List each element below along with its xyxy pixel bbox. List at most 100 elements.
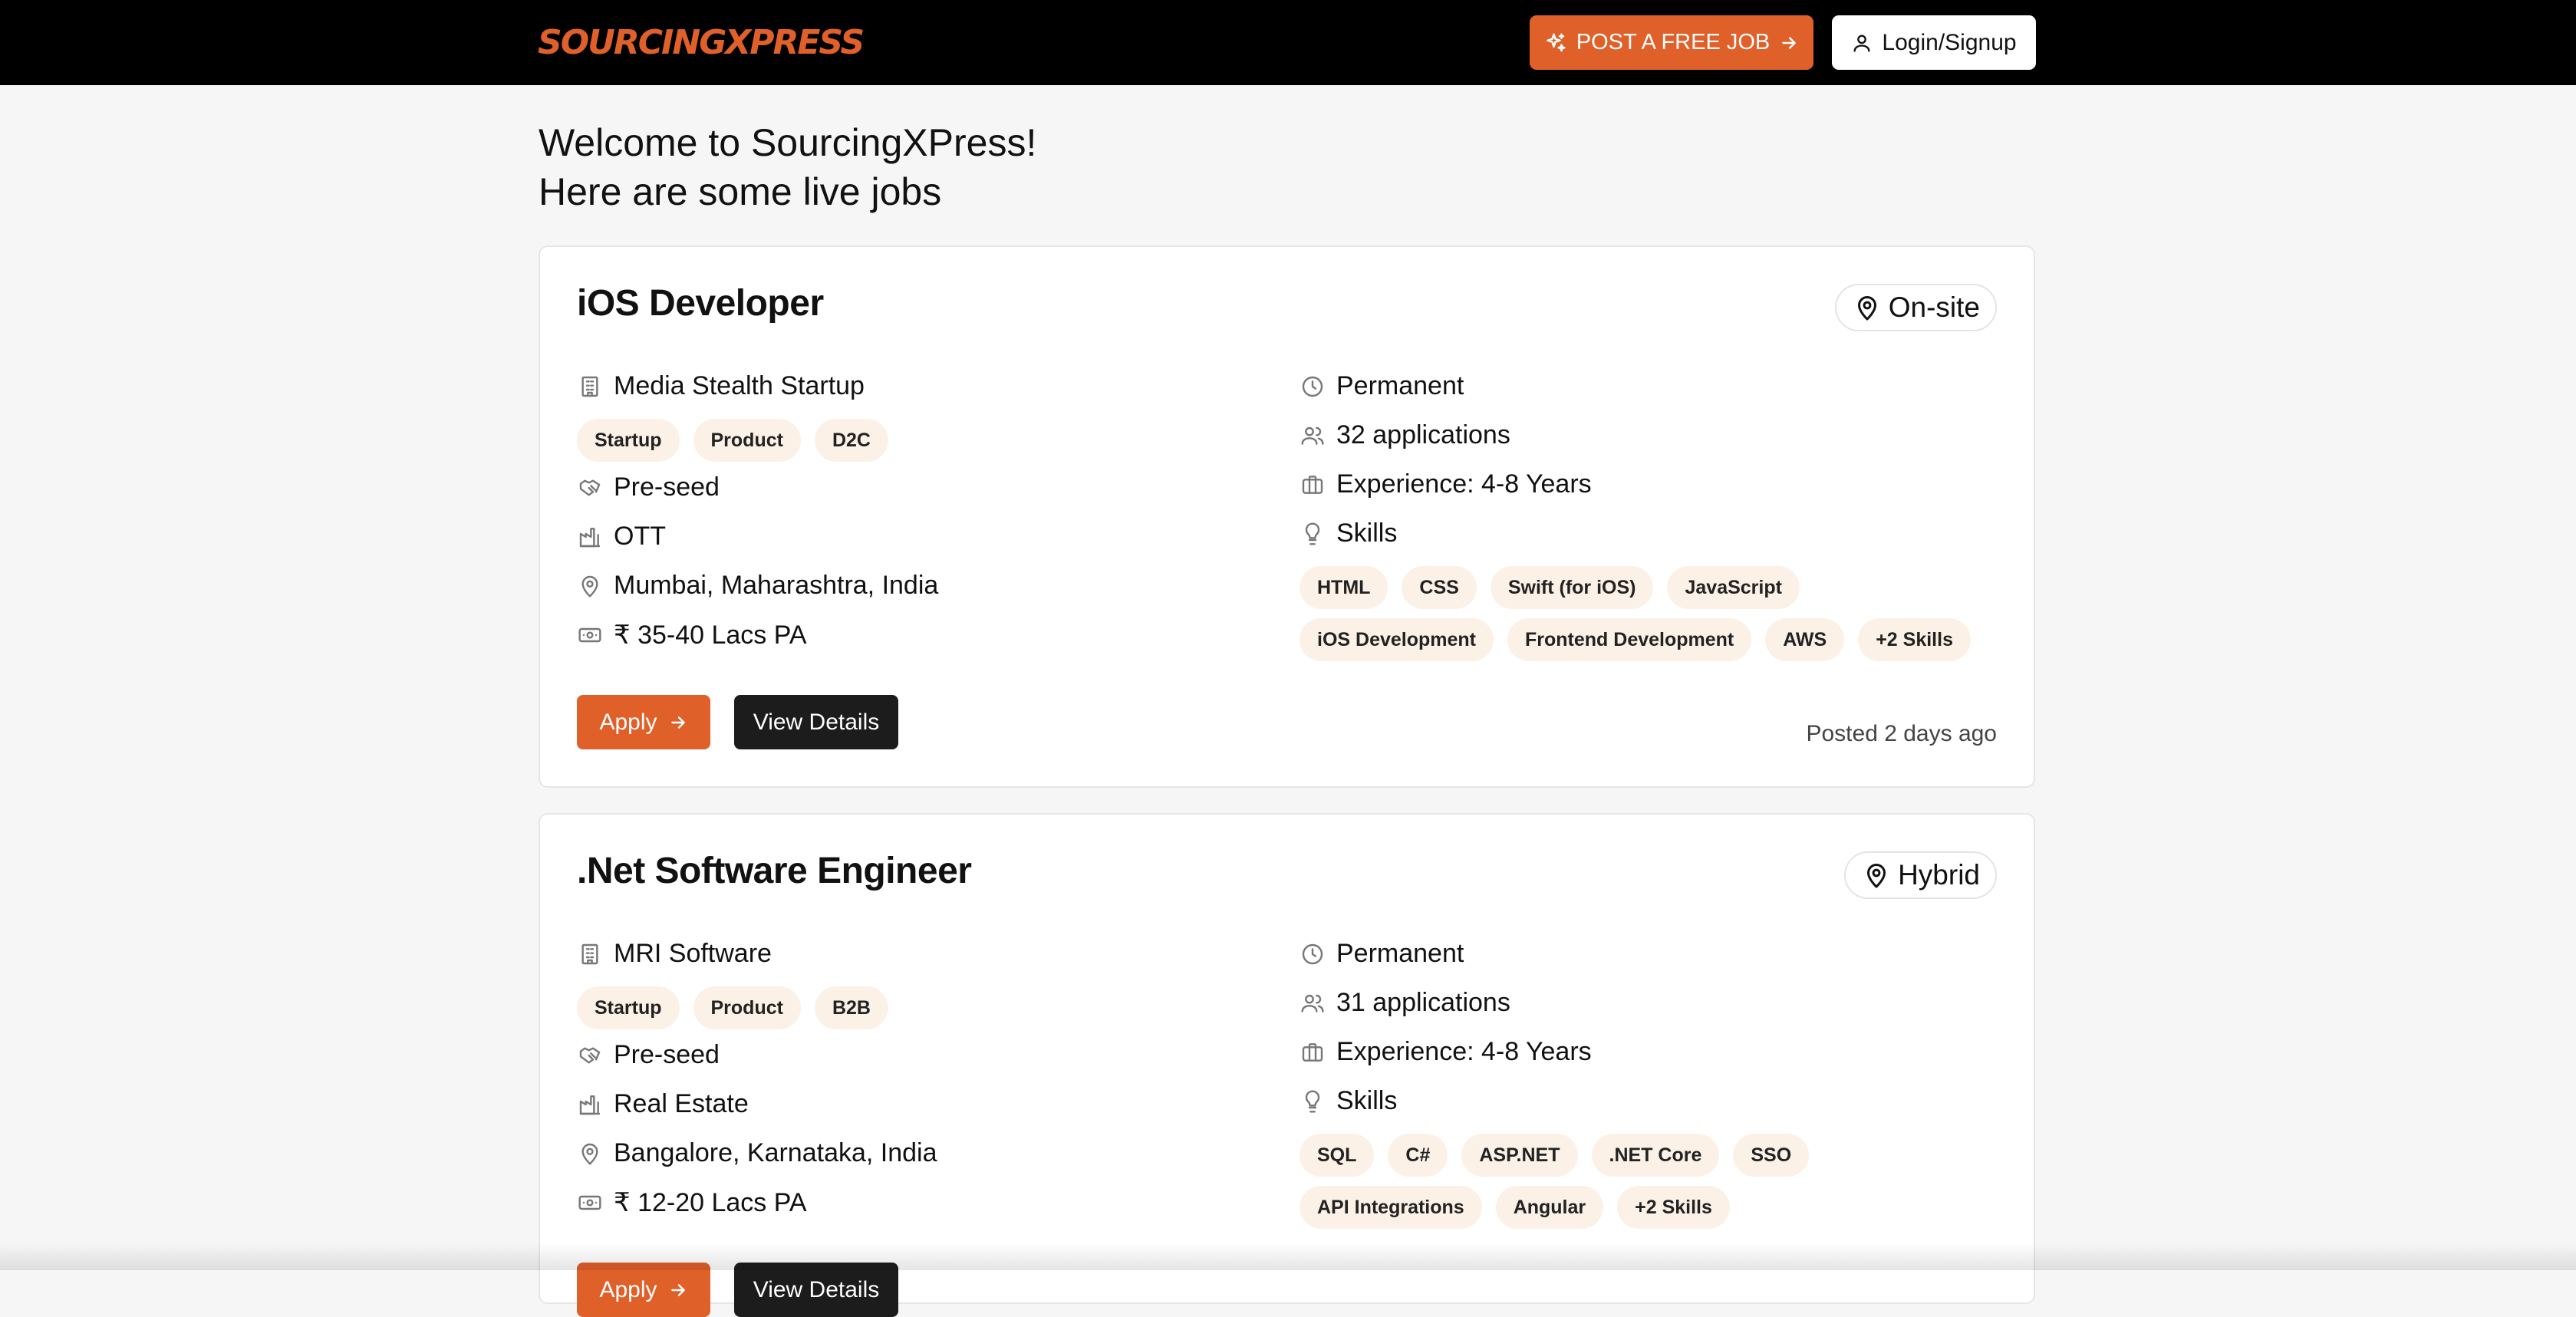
view-details-button[interactable]: View Details bbox=[734, 1263, 898, 1317]
more-skills-tag[interactable]: +2 Skills bbox=[1617, 1186, 1730, 1229]
work-mode-badge: On-site bbox=[1834, 284, 1997, 331]
job-location: Mumbai, Maharashtra, India bbox=[614, 571, 939, 600]
user-icon bbox=[1851, 32, 1873, 54]
skills-label: Skills bbox=[1336, 519, 1398, 548]
lightbulb-icon bbox=[1300, 1088, 1326, 1115]
industry-row: Real Estate bbox=[577, 1089, 749, 1119]
experience-range: Experience: 4-8 Years bbox=[1336, 469, 1592, 499]
handshake-icon bbox=[577, 475, 603, 501]
welcome-heading: Welcome to SourcingXPress! Here are some… bbox=[539, 118, 1036, 216]
funding-stage: Pre-seed bbox=[614, 1040, 720, 1069]
more-skills-tag[interactable]: +2 Skills bbox=[1858, 618, 1971, 661]
company-tag: Product bbox=[693, 986, 801, 1029]
company-tag: Startup bbox=[577, 986, 680, 1029]
company-tags: Startup Product D2C bbox=[577, 419, 888, 462]
building-icon bbox=[577, 941, 603, 967]
skill-tag: Swift (for iOS) bbox=[1490, 566, 1654, 609]
apply-button[interactable]: Apply bbox=[577, 695, 710, 749]
welcome-line-2: Here are some live jobs bbox=[539, 170, 942, 213]
skill-tag: ASP.NET bbox=[1461, 1134, 1578, 1177]
industry-name: Real Estate bbox=[614, 1089, 749, 1118]
view-details-label: View Details bbox=[753, 1276, 880, 1302]
map-pin-icon bbox=[577, 1141, 603, 1167]
employment-type-row: Permanent bbox=[1300, 371, 1464, 401]
sparkles-icon bbox=[1544, 31, 1567, 54]
company-tag: B2B bbox=[814, 986, 888, 1029]
location-row: Mumbai, Maharashtra, India bbox=[577, 571, 938, 601]
top-navbar: SOURCINGXPRESS POST A FREE JOB Login/Sig… bbox=[0, 0, 2576, 85]
arrow-right-icon bbox=[668, 713, 688, 733]
skills-tags: SQL C# ASP.NET .NET Core SSO API Integra… bbox=[1300, 1134, 1998, 1229]
post-free-job-button[interactable]: POST A FREE JOB bbox=[1530, 15, 1813, 70]
funding-row: Pre-seed bbox=[577, 1040, 720, 1070]
banknote-icon bbox=[577, 622, 603, 648]
apply-button[interactable]: Apply bbox=[577, 1263, 710, 1317]
apply-label: Apply bbox=[599, 1276, 657, 1302]
experience-range: Experience: 4-8 Years bbox=[1336, 1037, 1592, 1066]
industry-name: OTT bbox=[614, 522, 666, 551]
job-title[interactable]: iOS Developer bbox=[577, 282, 824, 324]
skill-tag: iOS Development bbox=[1300, 618, 1494, 661]
clock-icon bbox=[1300, 941, 1326, 967]
posted-time: Posted 2 days ago bbox=[1806, 721, 1997, 746]
job-card: iOS Developer On-site Media Stealth Star… bbox=[539, 245, 2035, 788]
users-icon bbox=[1300, 990, 1326, 1016]
experience-row: Experience: 4-8 Years bbox=[1300, 1037, 1592, 1067]
skills-label: Skills bbox=[1336, 1086, 1398, 1115]
company-tag: Startup bbox=[577, 419, 680, 462]
skills-tags: HTML CSS Swift (for iOS) JavaScript iOS … bbox=[1300, 566, 1998, 661]
location-row: Bangalore, Karnataka, India bbox=[577, 1138, 937, 1168]
applications-count: 32 applications bbox=[1336, 420, 1510, 449]
briefcase-icon bbox=[1300, 1039, 1326, 1065]
skills-row: Skills bbox=[1300, 519, 1397, 548]
skill-tag: Angular bbox=[1495, 1186, 1604, 1229]
job-card: .Net Software Engineer Hybrid MRI Softwa… bbox=[539, 813, 2035, 1317]
skills-row: Skills bbox=[1300, 1086, 1397, 1116]
company-name[interactable]: MRI Software bbox=[614, 939, 772, 969]
building-icon bbox=[577, 374, 603, 400]
handshake-icon bbox=[577, 1042, 603, 1068]
company-name[interactable]: Media Stealth Startup bbox=[614, 371, 865, 401]
lightbulb-icon bbox=[1300, 521, 1326, 547]
salary-row: ₹ 35-40 Lacs PA bbox=[577, 620, 807, 650]
skill-tag: HTML bbox=[1300, 566, 1388, 609]
company-tag: Product bbox=[693, 419, 801, 462]
banknote-icon bbox=[577, 1190, 603, 1216]
post-free-job-label: POST A FREE JOB bbox=[1576, 30, 1771, 54]
skill-tag: SQL bbox=[1300, 1134, 1375, 1177]
users-icon bbox=[1300, 423, 1326, 449]
factory-icon bbox=[577, 524, 603, 550]
salary-range: ₹ 35-40 Lacs PA bbox=[614, 621, 807, 650]
view-details-button[interactable]: View Details bbox=[734, 695, 898, 749]
company-row: Media Stealth Startup bbox=[577, 371, 865, 401]
industry-row: OTT bbox=[577, 522, 666, 551]
skill-tag: C# bbox=[1388, 1134, 1448, 1177]
login-signup-button[interactable]: Login/Signup bbox=[1832, 15, 2036, 70]
login-signup-label: Login/Signup bbox=[1882, 29, 2017, 55]
arrow-right-icon bbox=[1779, 33, 1799, 53]
map-pin-icon bbox=[1863, 861, 1890, 889]
job-title[interactable]: .Net Software Engineer bbox=[577, 850, 972, 892]
clock-icon bbox=[1300, 374, 1326, 400]
applications-row: 32 applications bbox=[1300, 420, 1510, 450]
welcome-line-1: Welcome to SourcingXPress! bbox=[539, 121, 1037, 164]
employment-type: Permanent bbox=[1336, 939, 1464, 968]
map-pin-icon bbox=[577, 573, 603, 599]
employment-type: Permanent bbox=[1336, 371, 1464, 400]
skill-tag: Frontend Development bbox=[1507, 618, 1752, 661]
map-pin-icon bbox=[1853, 294, 1881, 321]
skill-tag: SSO bbox=[1733, 1134, 1810, 1177]
work-mode-label: On-site bbox=[1888, 291, 1980, 323]
sourcingxpress-logo[interactable]: SOURCINGXPRESS bbox=[538, 21, 865, 64]
skill-tag: CSS bbox=[1402, 566, 1477, 609]
applications-row: 31 applications bbox=[1300, 988, 1510, 1018]
company-row: MRI Software bbox=[577, 939, 772, 969]
skill-tag: JavaScript bbox=[1667, 566, 1800, 609]
apply-label: Apply bbox=[599, 709, 657, 735]
work-mode-label: Hybrid bbox=[1898, 859, 1980, 891]
briefcase-icon bbox=[1300, 472, 1326, 498]
skill-tag: API Integrations bbox=[1300, 1186, 1482, 1229]
employment-type-row: Permanent bbox=[1300, 939, 1464, 969]
factory-icon bbox=[577, 1091, 603, 1118]
work-mode-badge: Hybrid bbox=[1844, 851, 1997, 899]
